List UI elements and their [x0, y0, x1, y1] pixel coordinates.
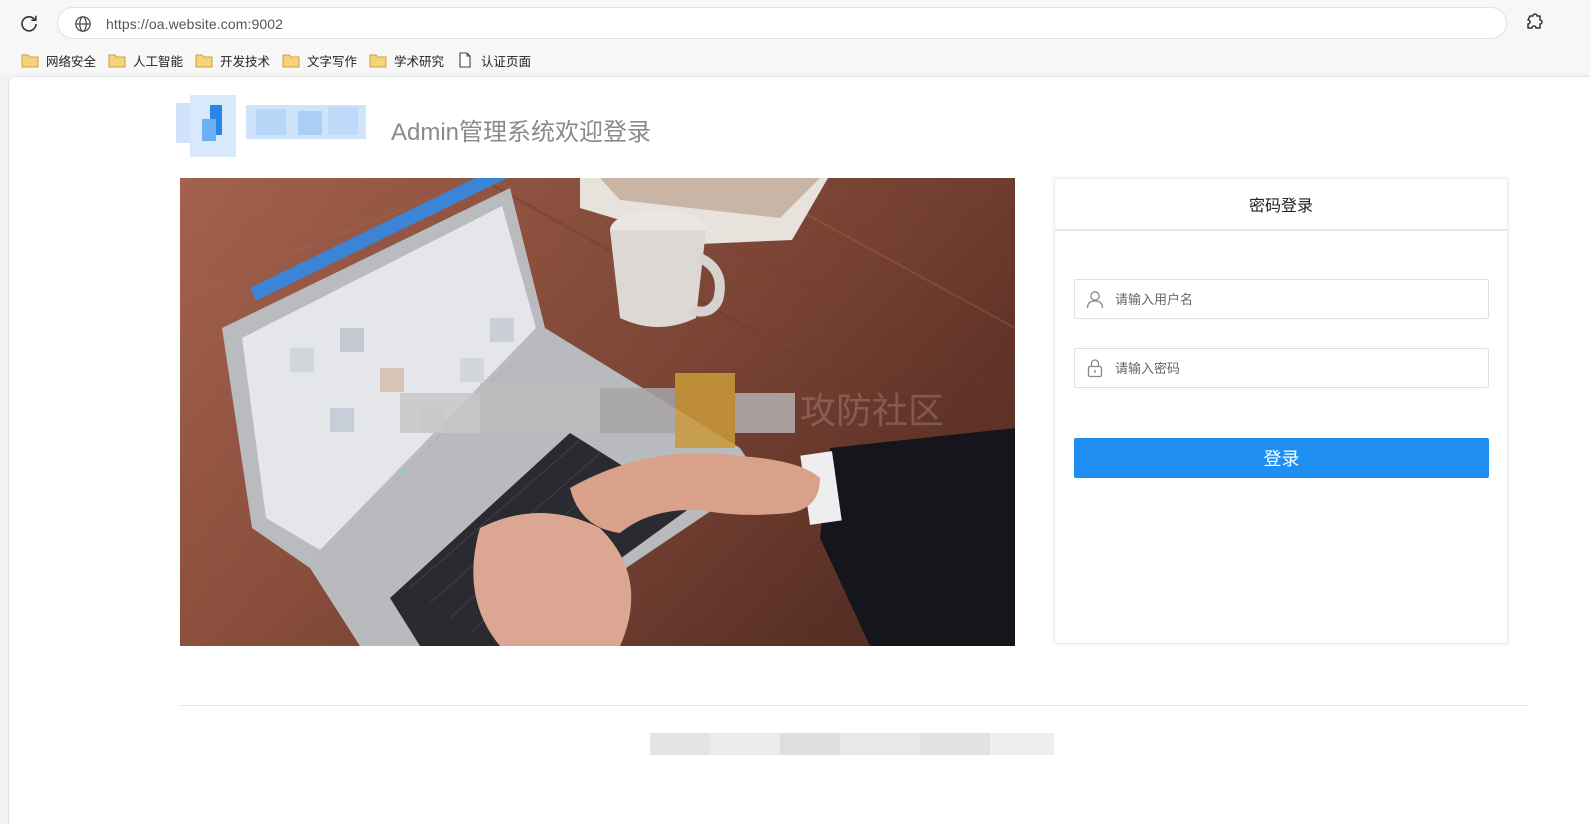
bookmark-label: 认证页面	[481, 54, 532, 69]
page-icon	[459, 52, 471, 68]
bookmark-label: 学术研究	[394, 54, 445, 69]
reload-icon[interactable]	[16, 10, 42, 36]
folder-icon	[21, 54, 39, 68]
tab-password-login[interactable]: 密码登录	[1055, 179, 1507, 231]
footer-divider	[180, 705, 1528, 706]
bookmark-ai[interactable]: 人工智能	[108, 49, 183, 71]
watermark-text: 攻防社区	[800, 391, 944, 432]
password-field[interactable]	[1074, 348, 1489, 388]
bookmarks-bar: 网络安全 人工智能 开发技术 文字写作 学术研究 认证页面	[0, 46, 1590, 74]
logo	[176, 93, 368, 159]
username-input[interactable]	[1115, 281, 1475, 317]
bookmark-network-security[interactable]: 网络安全	[21, 49, 96, 71]
folder-icon	[195, 54, 213, 68]
globe-icon	[75, 16, 91, 32]
folder-icon	[282, 54, 300, 68]
page-title: Admin管理系统欢迎登录	[391, 119, 652, 146]
bookmark-label: 人工智能	[133, 54, 184, 69]
bookmark-label: 文字写作	[307, 54, 358, 69]
folder-icon	[108, 54, 126, 68]
password-input[interactable]	[1115, 350, 1475, 386]
bookmark-dev-tech[interactable]: 开发技术	[195, 49, 270, 71]
lock-icon	[1087, 359, 1103, 378]
url-text[interactable]: https://oa.website.com:9002	[106, 16, 283, 32]
extensions-icon[interactable]	[1522, 12, 1544, 34]
footer-text-redacted	[650, 733, 1054, 755]
bookmark-label: 网络安全	[46, 54, 97, 69]
folder-icon	[369, 54, 387, 68]
bookmark-research[interactable]: 学术研究	[369, 49, 444, 71]
bookmark-auth-page[interactable]: 认证页面	[456, 49, 531, 71]
bookmark-writing[interactable]: 文字写作	[282, 49, 357, 71]
bookmark-label: 开发技术	[220, 54, 271, 69]
browser-toolbar: https://oa.website.com:9002	[0, 0, 1590, 46]
address-bar[interactable]: https://oa.website.com:9002	[57, 7, 1507, 39]
hero-image: 攻防社区	[180, 178, 1015, 646]
user-icon	[1086, 291, 1104, 309]
username-field[interactable]	[1074, 279, 1489, 319]
login-button[interactable]: 登录	[1074, 438, 1489, 478]
login-card: 密码登录 登录	[1054, 178, 1508, 644]
